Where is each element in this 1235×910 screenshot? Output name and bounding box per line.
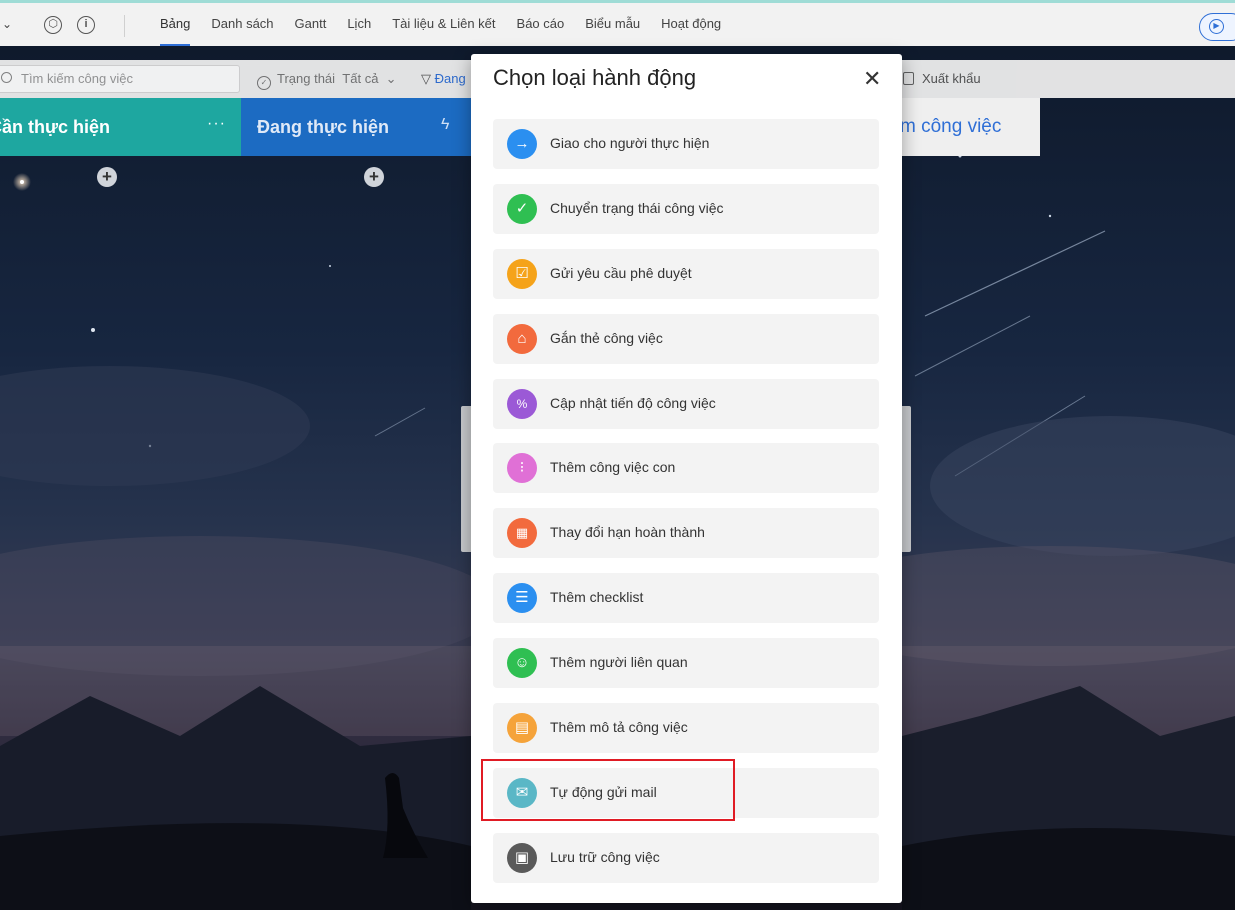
- document-icon: ▤: [507, 713, 537, 744]
- column-title: Đang thực hiện: [257, 117, 390, 137]
- filter-label: Đang: [434, 71, 466, 86]
- highlight-box: [481, 759, 735, 821]
- option-label: Thêm mô tả công việc: [550, 719, 688, 736]
- tab-danh-sach[interactable]: Danh sách: [211, 3, 273, 46]
- add-task-button[interactable]: +: [97, 167, 117, 187]
- column-header-todo[interactable]: Cần thực hiện: [0, 98, 241, 156]
- option-update-progress[interactable]: % Cập nhật tiến độ công việc: [493, 378, 879, 429]
- option-request-approval[interactable]: ☑ Gửi yêu cầu phê duyệt: [493, 248, 879, 299]
- export-icon: [903, 72, 914, 85]
- search-placeholder: Tìm kiếm công việc: [21, 71, 133, 86]
- filter-icon: ▽: [421, 71, 431, 86]
- option-add-checklist[interactable]: ☰ Thêm checklist: [493, 573, 879, 624]
- option-label: Chuyển trạng thái công việc: [550, 199, 724, 216]
- tab-bang[interactable]: Bảng: [160, 3, 191, 46]
- automation-icon[interactable]: ϟ: [441, 116, 449, 134]
- chevron-down-icon[interactable]: ⌄: [2, 17, 12, 31]
- check-icon: ✓: [507, 193, 537, 224]
- status-icon: ✓: [257, 76, 271, 90]
- checklist-icon: ☰: [507, 583, 537, 614]
- percent-icon: %: [507, 388, 537, 419]
- status-filter-value: Tất cả: [342, 71, 379, 86]
- column-header-in-progress[interactable]: Đang thực hiện: [241, 98, 471, 156]
- top-navigation-bar: ⌄ ⬡ i Bảng Danh sách Gantt Lịch Tài liệu…: [0, 0, 1235, 46]
- option-tag-task[interactable]: ⌂ Gắn thẻ công việc: [493, 313, 879, 364]
- tab-gantt[interactable]: Gantt: [295, 3, 327, 46]
- option-add-related-people[interactable]: ☺ Thêm người liên quan: [493, 638, 879, 689]
- add-task-button[interactable]: +: [364, 167, 384, 187]
- chevron-down-icon: ⌄: [385, 71, 397, 86]
- option-assign[interactable]: → Giao cho người thực hiện: [493, 119, 879, 169]
- tab-bao-cao[interactable]: Báo cáo: [517, 3, 565, 46]
- play-button[interactable]: ▶: [1199, 13, 1235, 41]
- option-archive-task[interactable]: ▣ Lưu trữ công việc: [493, 832, 879, 883]
- calendar-icon: ▦: [507, 518, 537, 549]
- close-icon[interactable]: ✕: [863, 68, 881, 90]
- toolbar-divider: [124, 15, 125, 37]
- approval-icon: ☑: [507, 258, 537, 289]
- option-change-status[interactable]: ✓ Chuyển trạng thái công việc: [493, 183, 879, 234]
- option-label: Lưu trữ công việc: [550, 848, 660, 865]
- tab-lich[interactable]: Lịch: [347, 3, 371, 46]
- status-filter-label: Trạng thái: [277, 71, 336, 86]
- tab-hoat-dong[interactable]: Hoạt động: [661, 3, 721, 46]
- option-change-deadline[interactable]: ▦ Thay đổi hạn hoàn thành: [493, 508, 879, 559]
- option-label: Thêm công việc con: [550, 459, 676, 476]
- status-filter-dropdown[interactable]: ✓ Trạng thái Tất cả ⌄: [257, 71, 397, 90]
- filter-dropdown[interactable]: ▽ Đang: [421, 71, 466, 87]
- export-label: Xuất khẩu: [922, 71, 981, 86]
- search-icon: [1, 72, 12, 83]
- option-label: Gửi yêu cầu phê duyệt: [550, 264, 692, 281]
- info-icon[interactable]: i: [77, 16, 95, 34]
- column-title: Cần thực hiện: [0, 117, 111, 137]
- option-label: Thêm người liên quan: [550, 654, 688, 671]
- column-title: m công việc: [900, 116, 1002, 137]
- option-add-subtask[interactable]: ⁝ Thêm công việc con: [493, 443, 879, 494]
- option-label: Thêm checklist: [550, 589, 644, 606]
- option-label: Cập nhật tiến độ công việc: [550, 394, 716, 411]
- tab-bieu-mau[interactable]: Biểu mẫu: [585, 3, 640, 46]
- option-add-description[interactable]: ▤ Thêm mô tả công việc: [493, 703, 879, 754]
- search-input[interactable]: Tìm kiếm công việc: [0, 65, 240, 93]
- option-label: Thay đổi hạn hoàn thành: [550, 524, 705, 541]
- settings-icon[interactable]: ⬡: [44, 16, 62, 34]
- users-icon: ☺: [507, 648, 537, 679]
- play-icon: ▶: [1209, 19, 1224, 34]
- more-options-icon[interactable]: ···: [207, 98, 226, 156]
- arrow-right-icon: →: [507, 129, 537, 159]
- archive-icon: ▣: [507, 842, 537, 873]
- option-label: Giao cho người thực hiện: [550, 135, 710, 151]
- column-header-add[interactable]: m công việc: [900, 98, 1040, 156]
- modal-title: Chọn loại hành động: [493, 65, 697, 90]
- export-button[interactable]: Xuất khẩu: [903, 71, 981, 86]
- subtask-icon: ⁝: [507, 453, 537, 484]
- tag-icon: ⌂: [507, 323, 537, 354]
- option-label: Gắn thẻ công việc: [550, 329, 663, 346]
- view-tabs: Bảng Danh sách Gantt Lịch Tài liệu & Liê…: [160, 3, 742, 46]
- tab-tai-lieu-lien-ket[interactable]: Tài liệu & Liên kết: [392, 3, 495, 46]
